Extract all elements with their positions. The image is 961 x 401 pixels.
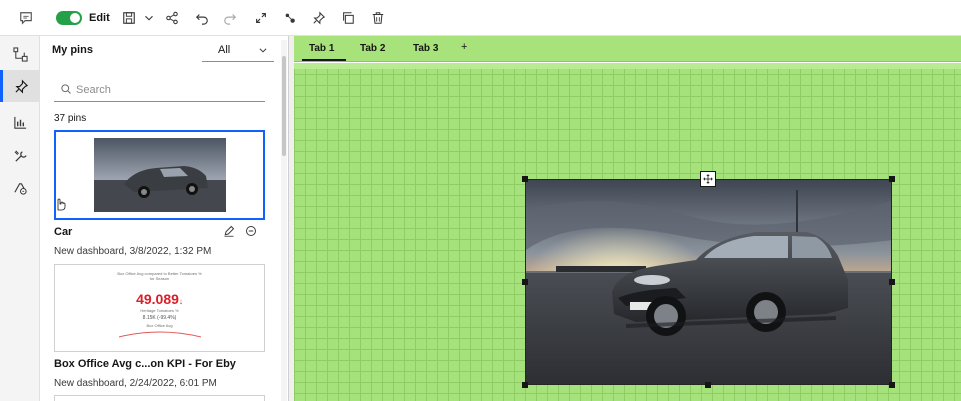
chevron-down-icon — [259, 48, 267, 53]
pin-meta: New dashboard, 2/24/2022, 6:01 PM — [54, 378, 217, 389]
resize-handle-top-right[interactable] — [889, 176, 895, 182]
pin-search — [54, 78, 265, 102]
dashboard-tabs: Tab 1 Tab 2 Tab 3 + — [294, 36, 961, 62]
kpi-value-number: 49.089 — [136, 291, 179, 307]
tab-2[interactable]: Tab 2 — [360, 43, 385, 54]
pins-scrollbar[interactable] — [281, 40, 287, 401]
search-icon — [61, 84, 71, 94]
pin-card-partial[interactable] — [54, 395, 265, 401]
resize-handle-bottom[interactable] — [705, 382, 711, 388]
assistant-icon[interactable] — [0, 172, 40, 204]
kpi-trend-line — [118, 331, 202, 338]
resize-handle-bottom-right[interactable] — [889, 382, 895, 388]
pin-card-kpi[interactable]: Box Office Avg compared to Better Tomato… — [54, 264, 265, 352]
canvas-top-edge — [294, 63, 961, 69]
edit-mode-label: Edit — [89, 12, 110, 24]
pin-meta: New dashboard, 3/8/2022, 1:32 PM — [54, 246, 212, 257]
kpi-caption: Box Office Avg compared to Better Tomato… — [117, 271, 202, 281]
expand-icon[interactable] — [250, 7, 272, 29]
edit-mode-toggle[interactable] — [56, 11, 82, 25]
pin-name[interactable]: Car — [54, 226, 72, 238]
data-sources-icon[interactable] — [0, 38, 40, 70]
pin-actions — [223, 225, 257, 237]
edit-icon[interactable] — [223, 225, 235, 237]
resize-handle-top-left[interactable] — [522, 176, 528, 182]
copy-icon[interactable] — [337, 7, 359, 29]
remove-icon[interactable] — [245, 225, 257, 237]
car-image-widget[interactable] — [525, 179, 892, 385]
kpi-trend-arrow: ↓ — [178, 297, 183, 306]
tools-icon[interactable] — [0, 140, 40, 172]
filter-selected-value: All — [218, 44, 231, 56]
comment-icon[interactable] — [15, 7, 37, 29]
pin-filter-dropdown[interactable]: All — [202, 40, 274, 62]
tab-3[interactable]: Tab 3 — [413, 43, 438, 54]
resize-handle-bottom-left[interactable] — [522, 382, 528, 388]
pins-panel: My pins All 37 pins C — [40, 36, 285, 401]
panel-title: My pins — [52, 44, 93, 56]
delete-icon[interactable] — [367, 7, 389, 29]
car-photo — [526, 180, 891, 384]
add-tab-button[interactable]: + — [461, 41, 467, 53]
kpi-subcaption: Heritage Tomatoes % — [140, 308, 179, 313]
undo-icon[interactable] — [191, 7, 213, 29]
scrollbar-thumb[interactable] — [282, 56, 286, 156]
pins-rail-icon[interactable] — [0, 70, 40, 102]
search-input[interactable] — [76, 80, 256, 100]
pin-card-car[interactable] — [54, 130, 265, 220]
move-handle[interactable] — [700, 171, 716, 187]
resize-handle-left[interactable] — [522, 279, 528, 285]
resize-handle-right[interactable] — [889, 279, 895, 285]
pin-icon[interactable] — [308, 7, 330, 29]
toggle-knob — [70, 13, 80, 23]
hand-cursor-icon — [57, 198, 66, 211]
pin-count: 37 pins — [54, 113, 87, 124]
move-icon — [703, 174, 713, 184]
active-tab-indicator — [302, 59, 346, 61]
connect-icon[interactable] — [279, 7, 301, 29]
save-icon[interactable] — [118, 7, 140, 29]
tab-1[interactable]: Tab 1 — [309, 43, 334, 54]
left-navigation-rail — [0, 36, 40, 401]
redo-icon[interactable] — [219, 7, 241, 29]
chevron-down-icon[interactable] — [138, 7, 160, 29]
visualizations-icon[interactable] — [0, 106, 40, 138]
share-icon[interactable] — [161, 7, 183, 29]
kpi-value: 49.089↓ — [55, 291, 264, 307]
car-thumbnail-image — [94, 138, 226, 212]
pin-name[interactable]: Box Office Avg c...on KPI - For Eby — [54, 358, 236, 370]
kpi-change: 8.15K (-99.4%) — [142, 315, 177, 321]
